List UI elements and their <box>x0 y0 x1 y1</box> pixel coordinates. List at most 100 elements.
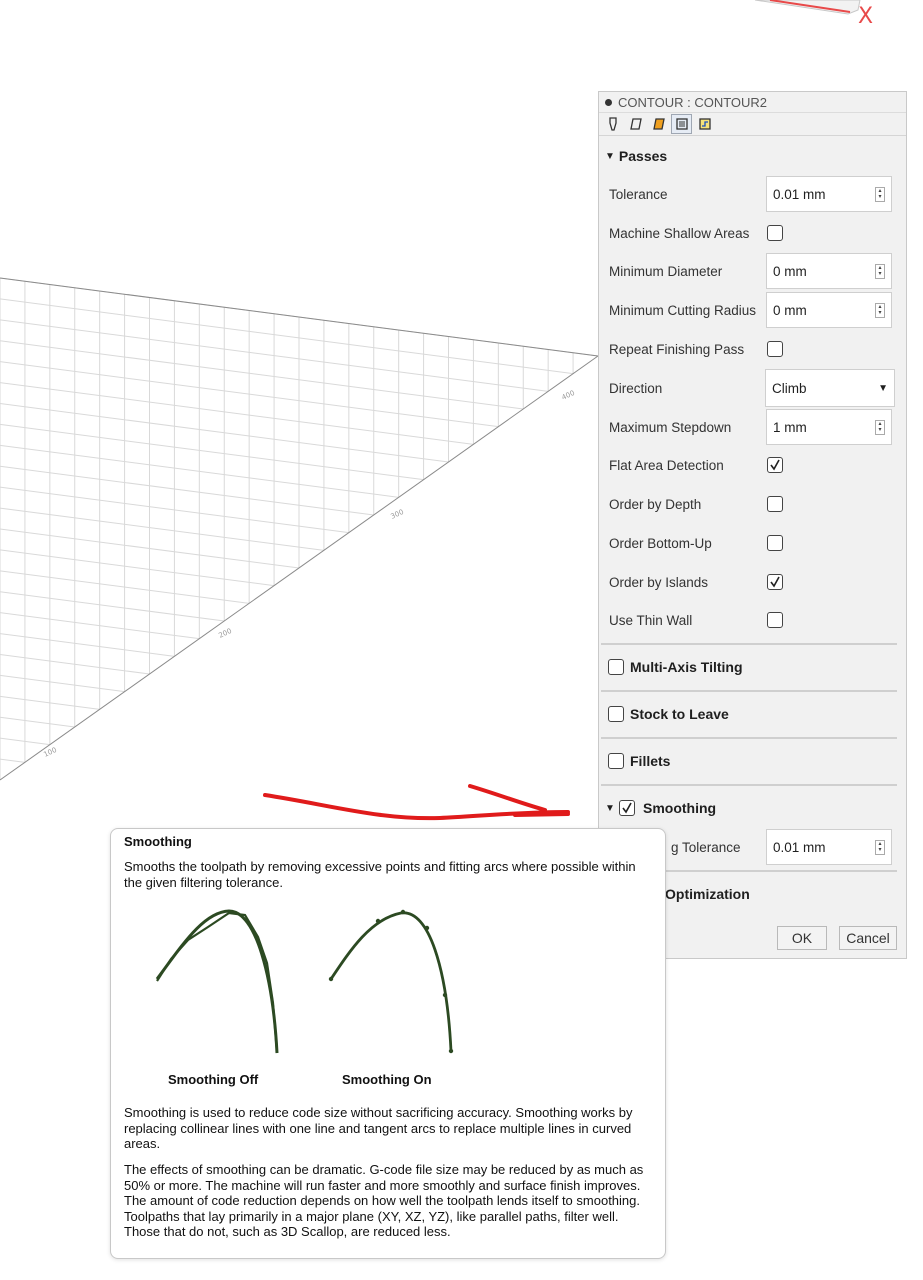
grid-line <box>0 298 574 375</box>
grid-line <box>0 507 324 551</box>
checkmark-icon <box>770 576 780 588</box>
flat-area-label: Flat Area Detection <box>609 457 724 473</box>
order-islands-checkbox[interactable] <box>767 574 783 590</box>
expand-triangle-icon: ▼ <box>605 150 615 162</box>
grid-label: 300 <box>389 508 405 521</box>
smoothing-tooltip: Smoothing Smooths the toolpath by removi… <box>110 828 666 1259</box>
grid-line <box>0 716 75 728</box>
multi-axis-checkbox[interactable] <box>608 659 624 675</box>
direction-select[interactable]: Climb ▼ <box>765 369 895 407</box>
fillets-label: Fillets <box>630 753 671 769</box>
spinner-arrows-icon[interactable]: ▴ ▾ <box>875 420 885 435</box>
caption-smoothing-off: Smoothing Off <box>168 1072 259 1087</box>
smoothing-on-curve <box>328 909 454 1054</box>
passes-tab-icon[interactable] <box>671 114 692 134</box>
linking-tab-icon[interactable] <box>694 114 715 134</box>
tooltip-paragraph-1: Smoothing is used to reduce code size wi… <box>124 1105 633 1151</box>
order-islands-label: Order by Islands <box>609 574 709 590</box>
order-islands-row: Order by Islands <box>599 563 906 601</box>
checkmark-icon <box>770 459 780 471</box>
max-stepdown-input[interactable]: 1 mm ▴ ▾ <box>766 409 892 445</box>
dropdown-caret-icon: ▼ <box>878 382 888 394</box>
tool-tab-icon[interactable] <box>602 114 623 134</box>
machine-shallow-label: Machine Shallow Areas <box>609 225 750 241</box>
smoothing-group: ▼ Smoothing <box>599 788 906 828</box>
grid-line <box>0 382 474 445</box>
grid-line <box>0 549 275 587</box>
optimization-label: Optimization <box>665 886 750 902</box>
multi-axis-group: Multi-Axis Tilting <box>599 647 906 687</box>
smoothing-off-curve <box>155 909 279 1054</box>
grid-line <box>0 758 25 763</box>
multi-axis-label: Multi-Axis Tilting <box>630 659 743 675</box>
fillets-group: Fillets <box>599 741 906 781</box>
min-diameter-row: Minimum Diameter 0 mm ▴ ▾ <box>599 252 906 290</box>
direction-row: Direction Climb ▼ <box>599 369 906 407</box>
max-stepdown-label: Maximum Stepdown <box>609 419 732 435</box>
smoothing-label: Smoothing <box>643 800 717 816</box>
order-bottom-up-row: Order Bottom-Up <box>599 524 906 562</box>
min-diameter-input[interactable]: 0 mm ▴ ▾ <box>766 253 892 289</box>
tolerance-input[interactable]: 0.01 mm ▴ ▾ <box>766 176 892 212</box>
thin-wall-label: Use Thin Wall <box>609 612 693 628</box>
smoothing-checkbox[interactable] <box>619 800 635 816</box>
max-stepdown-value: 1 mm <box>773 419 807 435</box>
grid-label: 400 <box>560 389 576 402</box>
tolerance-label: Tolerance <box>609 186 668 202</box>
divider <box>601 690 897 692</box>
divider <box>601 784 897 786</box>
cancel-button[interactable]: Cancel <box>839 926 897 950</box>
passes-section-header[interactable]: ▼ Passes <box>599 146 667 166</box>
repeat-finishing-checkbox[interactable] <box>767 341 783 357</box>
order-bottom-up-checkbox[interactable] <box>767 535 783 551</box>
tolerance-row: Tolerance 0.01 mm ▴ ▾ <box>599 175 906 213</box>
divider <box>601 737 897 739</box>
spinner-arrows-icon[interactable]: ▴ ▾ <box>875 264 885 279</box>
passes-section-title: Passes <box>618 148 668 164</box>
grid-line <box>0 674 125 693</box>
panel-tabs <box>599 113 906 136</box>
geometry-tab-icon[interactable] <box>625 114 646 134</box>
flat-area-row: Flat Area Detection <box>599 446 906 484</box>
max-stepdown-row: Maximum Stepdown 1 mm ▴ ▾ <box>599 408 906 446</box>
axis-x-label: X <box>858 4 874 29</box>
repeat-finishing-row: Repeat Finishing Pass <box>599 330 906 368</box>
tolerance-value: 0.01 mm <box>773 186 826 202</box>
min-cutting-radius-input[interactable]: 0 mm ▴ ▾ <box>766 292 892 328</box>
expand-triangle-icon[interactable]: ▼ <box>605 803 615 814</box>
min-cutting-radius-label: Minimum Cutting Radius <box>609 302 757 318</box>
smoothing-tolerance-value: 0.01 mm <box>773 839 826 855</box>
direction-value: Climb <box>772 380 807 396</box>
collapse-dot-icon[interactable] <box>605 98 612 106</box>
order-depth-checkbox[interactable] <box>767 496 783 512</box>
grid-line <box>0 340 524 410</box>
tooltip-paragraph-2: The effects of smoothing can be dramatic… <box>124 1162 644 1239</box>
smoothing-tolerance-input[interactable]: 0.01 mm ▴ ▾ <box>766 829 892 865</box>
grid-line <box>0 423 424 481</box>
divider <box>601 643 897 645</box>
repeat-finishing-label: Repeat Finishing Pass <box>609 341 745 357</box>
min-cutting-radius-value: 0 mm <box>773 302 807 318</box>
order-bottom-up-label: Order Bottom-Up <box>609 535 712 551</box>
spinner-arrows-icon[interactable]: ▴ ▾ <box>875 840 885 855</box>
flat-area-checkbox[interactable] <box>767 457 783 473</box>
smoothing-tolerance-label: g Tolerance <box>671 839 741 855</box>
tooltip-title: Smoothing <box>124 834 192 849</box>
order-depth-label: Order by Depth <box>609 496 702 512</box>
machine-shallow-checkbox[interactable] <box>767 225 783 241</box>
spinner-arrows-icon[interactable]: ▴ ▾ <box>875 187 885 202</box>
heights-tab-icon[interactable] <box>648 114 669 134</box>
order-depth-row: Order by Depth <box>599 485 906 523</box>
min-diameter-value: 0 mm <box>773 263 807 279</box>
smoothing-illustration <box>155 909 454 1054</box>
spinner-arrows-icon[interactable]: ▴ ▾ <box>875 303 885 318</box>
stock-to-leave-group: Stock to Leave <box>599 694 906 734</box>
tooltip-intro: Smooths the toolpath by removing excessi… <box>124 859 636 890</box>
ok-button[interactable]: OK <box>777 926 827 950</box>
thin-wall-checkbox[interactable] <box>767 612 783 628</box>
panel-title: CONTOUR : CONTOUR2 <box>618 94 768 110</box>
stock-to-leave-checkbox[interactable] <box>608 706 624 722</box>
panel-title-bar[interactable]: CONTOUR : CONTOUR2 <box>599 92 906 113</box>
machine-shallow-row: Machine Shallow Areas <box>599 214 906 252</box>
fillets-checkbox[interactable] <box>608 753 624 769</box>
